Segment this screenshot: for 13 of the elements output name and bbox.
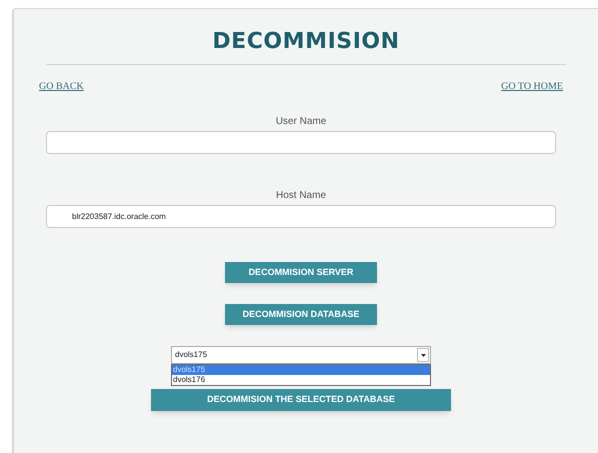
field-label: User Name: [276, 115, 326, 129]
page-title: DECOMMISION: [212, 28, 400, 56]
go-back-link[interactable]: GO BACK: [39, 79, 84, 94]
field-label: Host Name: [276, 189, 326, 203]
text-field[interactable]: [46, 131, 556, 154]
dropdown-option[interactable]: dvols176: [172, 375, 430, 385]
go-to-home-link[interactable]: GO TO HOME: [501, 79, 563, 94]
text-field[interactable]: blr2203587.idc.oracle.com: [46, 205, 556, 228]
action-button[interactable]: DECOMMISION SERVER: [225, 262, 377, 283]
decommission-selected-button[interactable]: DECOMMISION THE SELECTED DATABASE: [151, 389, 451, 411]
action-button[interactable]: DECOMMISION DATABASE: [225, 304, 377, 325]
database-select[interactable]: dvols175: [171, 346, 431, 364]
dropdown-option[interactable]: dvols175: [172, 365, 430, 375]
